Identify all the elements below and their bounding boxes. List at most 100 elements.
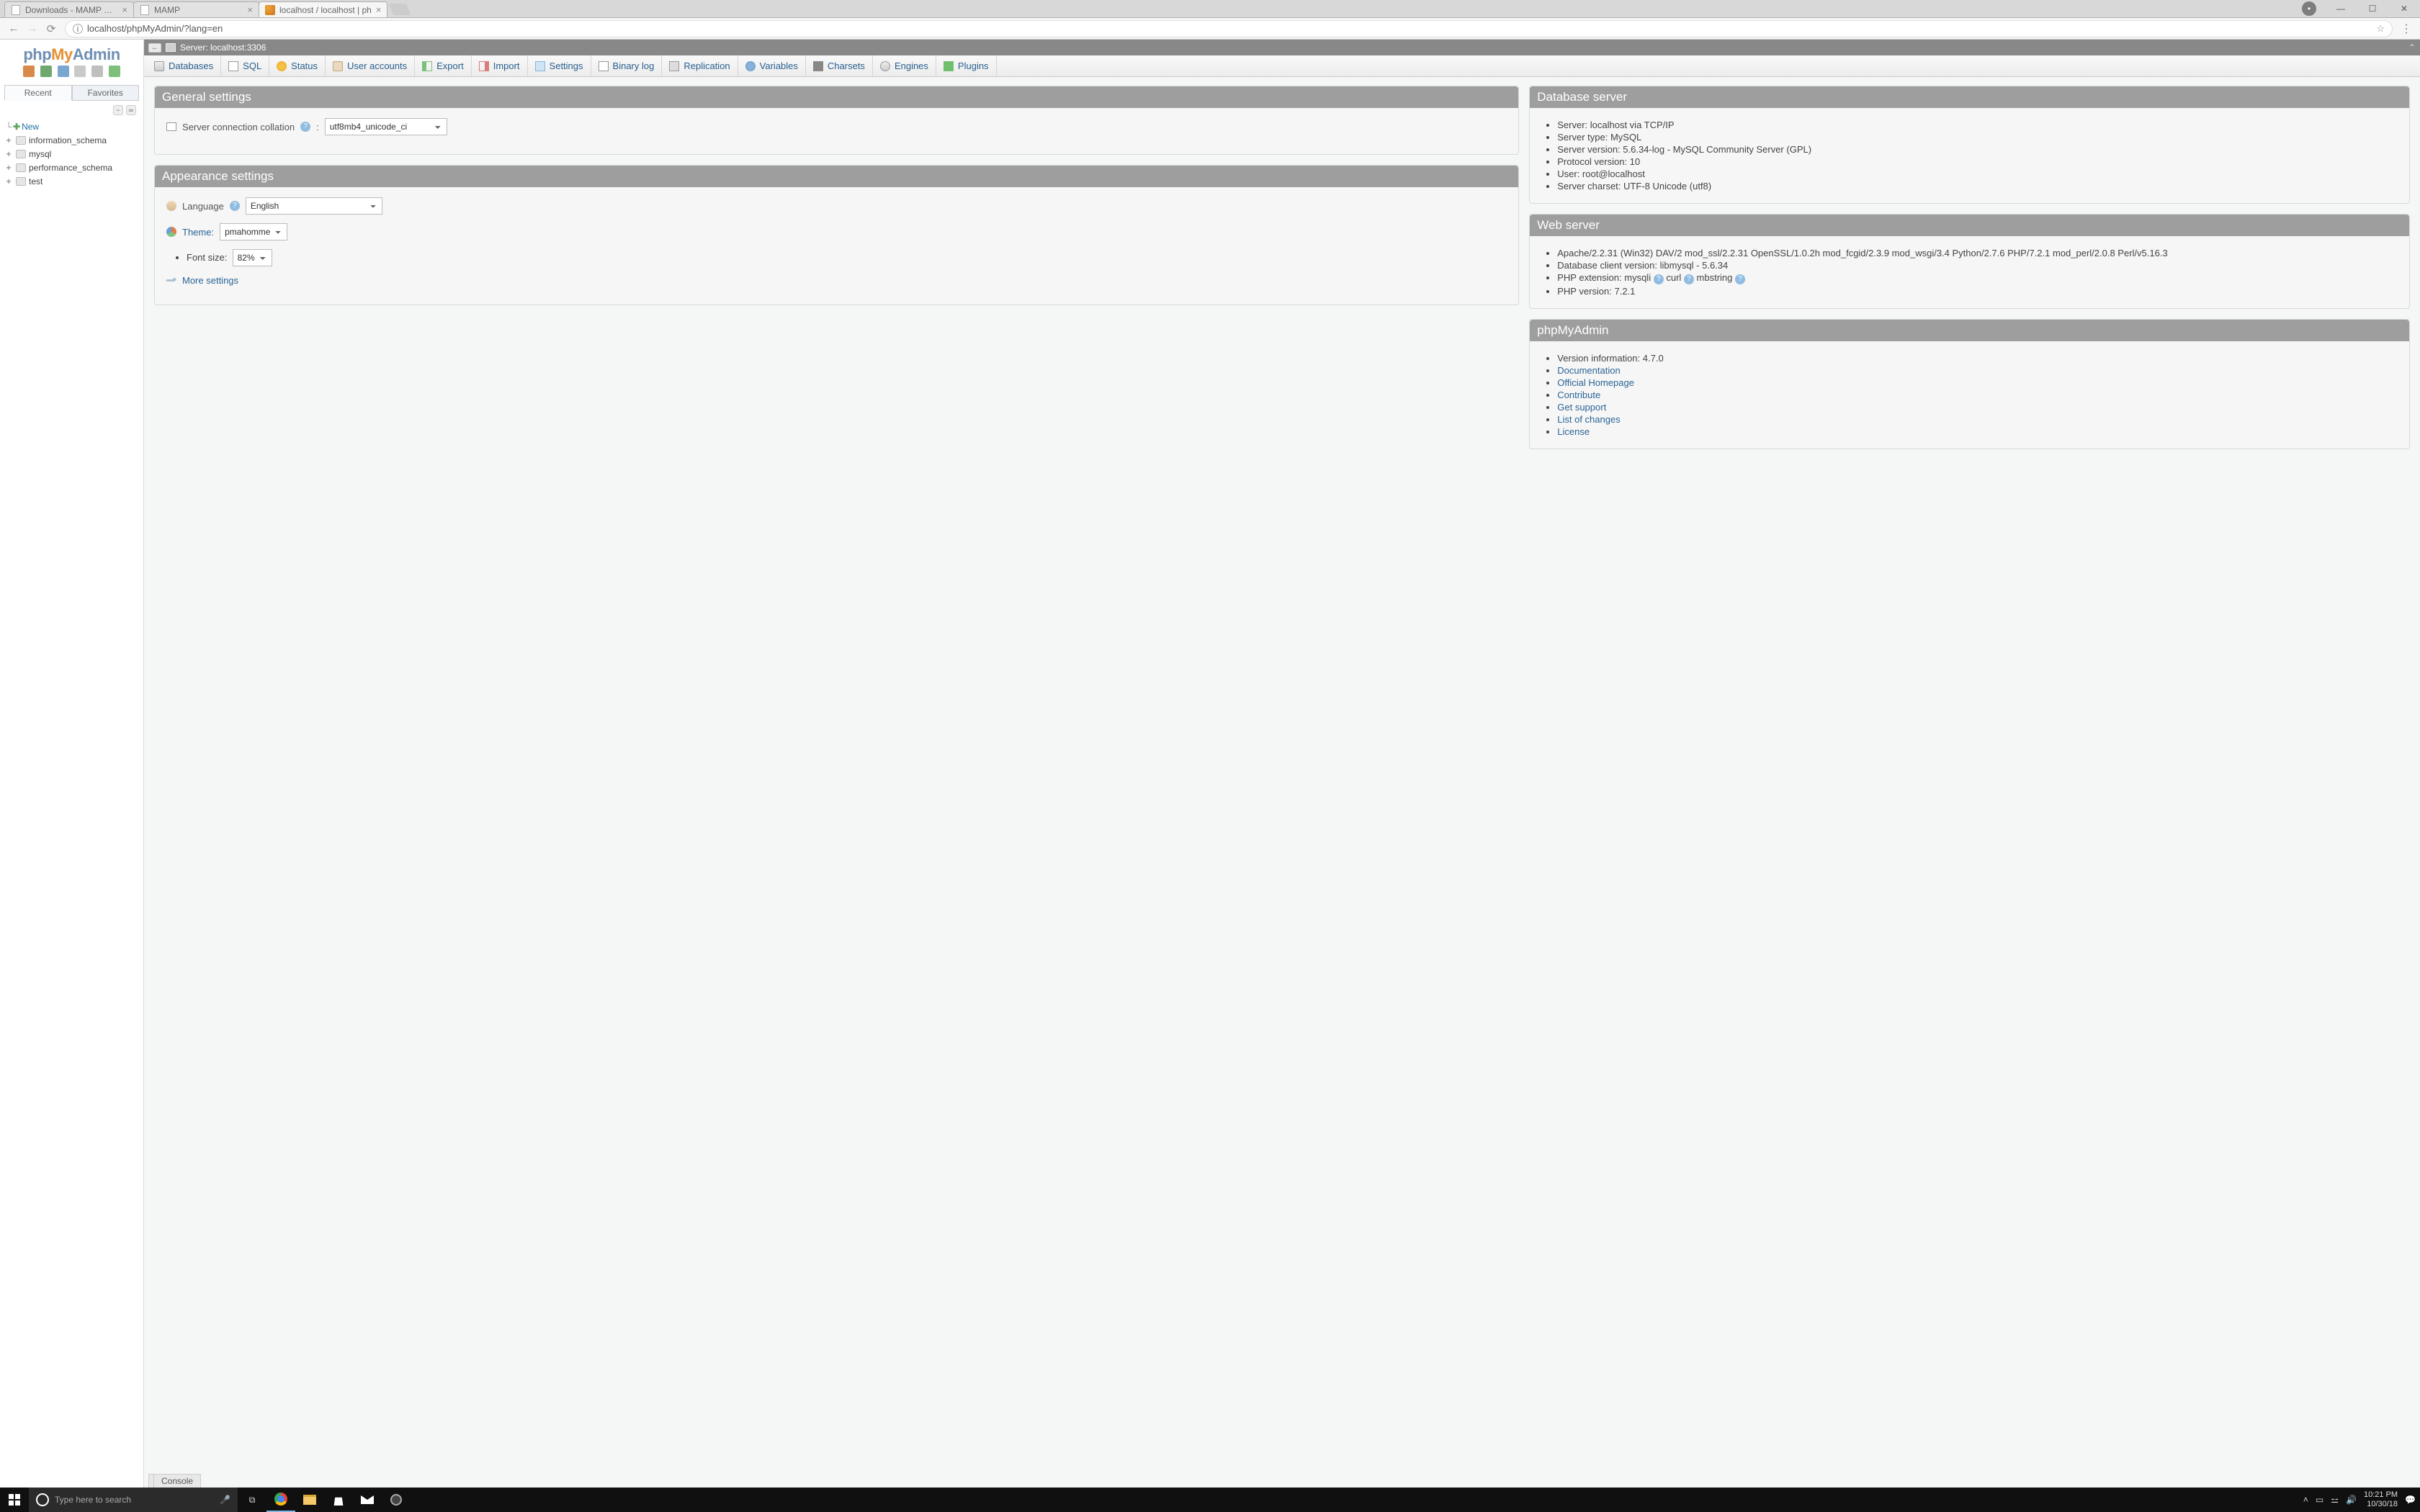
sidebar-tab-favorites[interactable]: Favorites — [72, 85, 140, 101]
docs-icon[interactable] — [58, 66, 69, 77]
forward-button[interactable]: → — [23, 19, 42, 38]
expand-icon[interactable]: + — [4, 149, 13, 159]
maintab-status[interactable]: Status — [269, 55, 326, 76]
pma-link-get-support[interactable]: Get support — [1557, 402, 1606, 413]
maintab-import[interactable]: Import — [472, 55, 528, 76]
new-database-link[interactable]: └ ✚ New — [4, 120, 140, 133]
minimize-button[interactable]: — — [2325, 0, 2357, 17]
panel-title: phpMyAdmin — [1530, 320, 2409, 341]
document-icon — [140, 5, 150, 15]
maintab-settings[interactable]: Settings — [528, 55, 591, 76]
taskbar-app-mail[interactable] — [353, 1488, 382, 1512]
help-icon[interactable]: ? — [1735, 274, 1745, 284]
expand-icon[interactable]: + — [4, 176, 13, 186]
maintab-binary-log[interactable]: Binary log — [591, 55, 663, 76]
close-icon[interactable]: × — [122, 5, 127, 14]
page-settings-icon[interactable]: ⌃ — [2408, 42, 2416, 53]
maintab-export[interactable]: Export — [415, 55, 472, 76]
taskbar-app-generic[interactable] — [382, 1488, 411, 1512]
notifications-icon[interactable]: 💬 — [2405, 1495, 2416, 1505]
web-server-panel: Web server Apache/2.2.31 (Win32) DAV/2 m… — [1529, 214, 2410, 309]
taskbar-app-explorer[interactable] — [295, 1488, 324, 1512]
chrome-menu-button[interactable]: ⋮ — [2397, 22, 2416, 36]
pma-link-item: License — [1557, 426, 2398, 437]
help-icon[interactable]: ? — [1654, 274, 1664, 284]
home-icon[interactable] — [23, 66, 35, 77]
pma-link-official-homepage[interactable]: Official Homepage — [1557, 377, 1634, 388]
tray-chevron-icon[interactable]: ˄ — [2303, 1495, 2308, 1505]
sidebar-tab-recent[interactable]: Recent — [4, 85, 72, 101]
taskbar-search[interactable]: Type here to search 🎤 — [29, 1488, 238, 1512]
back-button[interactable]: ← — [4, 19, 23, 38]
nav-collapse-button[interactable]: ← — [148, 43, 161, 53]
taskbar-clock[interactable]: 10:21 PM 10/30/18 — [2364, 1490, 2398, 1509]
volume-icon[interactable]: 🔊 — [2346, 1495, 2357, 1505]
language-select[interactable]: English — [246, 197, 382, 215]
server-label[interactable]: Server: localhost:3306 — [180, 42, 266, 53]
maintab-replication[interactable]: Replication — [662, 55, 738, 76]
database-item[interactable]: +performance_schema — [4, 161, 140, 174]
expand-icon[interactable]: + — [4, 135, 13, 145]
start-button[interactable] — [0, 1488, 29, 1512]
database-item[interactable]: +test — [4, 174, 140, 188]
gear-icon[interactable] — [91, 66, 103, 77]
status-icon — [277, 61, 287, 71]
maximize-button[interactable]: ☐ — [2357, 0, 2388, 17]
console-button[interactable]: ▦ Console — [148, 1474, 172, 1488]
close-window-button[interactable]: ✕ — [2388, 0, 2420, 17]
font-size-select[interactable]: 82% — [233, 249, 272, 266]
browser-tab-0[interactable]: Downloads - MAMP & M × — [4, 1, 134, 17]
maintab-engines[interactable]: Engines — [873, 55, 936, 76]
close-icon[interactable]: × — [376, 5, 382, 14]
pma-link-license[interactable]: License — [1557, 426, 1590, 437]
browser-tab-1[interactable]: MAMP × — [133, 1, 259, 17]
maintab-sql[interactable]: SQL — [221, 55, 269, 76]
search-placeholder: Type here to search — [55, 1495, 131, 1505]
maintab-charsets[interactable]: Charsets — [806, 55, 873, 76]
taskbar-app-store[interactable] — [324, 1488, 353, 1512]
reload-icon[interactable] — [109, 66, 120, 77]
browser-tab-2[interactable]: localhost / localhost | ph × — [259, 1, 387, 17]
pma-link-documentation[interactable]: Documentation — [1557, 365, 1620, 376]
new-tab-button[interactable] — [390, 4, 411, 15]
wifi-icon[interactable]: ⚍ — [2331, 1495, 2339, 1505]
repl-icon — [669, 61, 679, 71]
maintab-variables[interactable]: Variables — [738, 55, 806, 76]
help-icon[interactable]: ? — [300, 122, 310, 132]
task-view-button[interactable]: ⧉ — [238, 1488, 266, 1512]
database-item[interactable]: +information_schema — [4, 133, 140, 147]
maintab-user-accounts[interactable]: User accounts — [326, 55, 415, 76]
battery-icon[interactable]: ▭ — [2316, 1495, 2323, 1505]
logout-icon[interactable] — [40, 66, 52, 77]
collapse-all-button[interactable]: − — [113, 105, 122, 115]
mic-icon[interactable]: 🎤 — [220, 1495, 230, 1505]
dbserver-info-item: Server charset: UTF-8 Unicode (utf8) — [1557, 181, 2398, 192]
pma-link-contribute[interactable]: Contribute — [1557, 390, 1600, 400]
settings-icon — [535, 61, 545, 71]
more-settings-link[interactable]: More settings — [182, 275, 238, 286]
expand-icon[interactable]: + — [4, 163, 13, 173]
theme-label[interactable]: Theme: — [182, 227, 214, 238]
theme-select[interactable]: pmahomme — [220, 223, 287, 240]
right-column: Database server Server: localhost via TC… — [1529, 86, 2410, 1493]
site-info-icon[interactable]: i — [73, 24, 83, 34]
user-icon — [333, 61, 343, 71]
account-icon[interactable]: • — [2293, 0, 2325, 17]
collation-select[interactable]: utf8mb4_unicode_ci — [325, 118, 447, 135]
phpmyadmin-logo[interactable]: phpMyAdmin — [0, 45, 143, 64]
pma-link-list-of-changes[interactable]: List of changes — [1557, 414, 1620, 425]
help-icon[interactable]: ? — [1684, 274, 1694, 284]
maintab-plugins[interactable]: Plugins — [936, 55, 997, 76]
address-bar[interactable]: i localhost/phpMyAdmin/?lang=en ☆ — [65, 20, 2393, 37]
link-icon[interactable]: ∞ — [126, 105, 136, 115]
help-icon[interactable]: ? — [230, 201, 240, 211]
database-item[interactable]: +mysql — [4, 147, 140, 161]
navpanel-settings-icon[interactable] — [74, 66, 86, 77]
reload-button[interactable]: ⟳ — [42, 19, 60, 38]
bookmark-icon[interactable]: ☆ — [2376, 23, 2385, 35]
php-ext-line: PHP extension: mysqli ? curl ? mbstring … — [1557, 272, 2398, 284]
page-body: phpMyAdmin Recent Favorites − ∞ └ ✚ New … — [0, 40, 2420, 1488]
maintab-databases[interactable]: Databases — [147, 55, 221, 76]
taskbar-app-chrome[interactable] — [266, 1488, 295, 1512]
close-icon[interactable]: × — [247, 5, 253, 14]
